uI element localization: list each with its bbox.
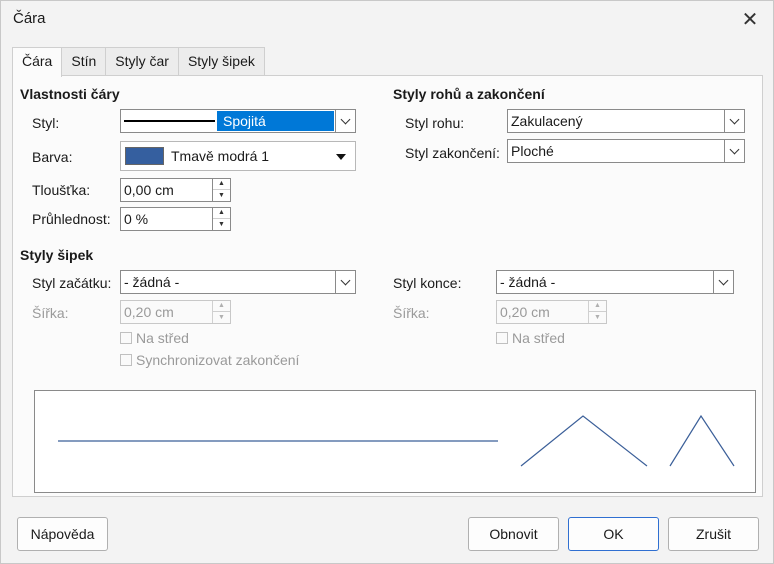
start-width-spinner[interactable]: 0,20 cm ▲ ▼ <box>120 300 231 324</box>
transparency-stepper[interactable]: ▲ ▼ <box>212 208 230 230</box>
transparency-value: 0 % <box>124 211 149 227</box>
end-width-spinner[interactable]: 0,20 cm ▲ ▼ <box>496 300 607 324</box>
spin-down-icon[interactable]: ▼ <box>213 219 230 230</box>
end-style-label: Styl konce: <box>393 275 462 291</box>
tab-bar: Čára Stín Styly čar Styly šipek <box>12 47 265 77</box>
chevron-down-icon[interactable] <box>724 110 744 132</box>
corner-style-value: Zakulacený <box>511 113 583 129</box>
start-arrow-combo[interactable]: - žádná - <box>120 270 356 294</box>
reset-button[interactable]: Obnovit <box>468 517 559 551</box>
end-center-label: Na střed <box>512 330 565 346</box>
ok-button[interactable]: OK <box>568 517 659 551</box>
start-arrow-value: - žádná - <box>124 274 180 290</box>
color-swatch <box>125 147 164 165</box>
end-width-stepper[interactable]: ▲ ▼ <box>588 301 606 323</box>
arrow-styles-heading: Styly šipek <box>20 247 94 263</box>
start-center-label: Na střed <box>136 330 189 346</box>
tab-line-styles[interactable]: Styly čar <box>105 47 179 75</box>
line-style-swatch <box>122 111 217 131</box>
chevron-down-icon[interactable] <box>713 271 733 293</box>
start-width-label: Šířka: <box>32 305 69 321</box>
line-style-selection: Spojitá <box>122 111 334 131</box>
width-stepper[interactable]: ▲ ▼ <box>212 179 230 201</box>
caret-down-icon <box>336 154 346 160</box>
corner-style-label: Styl rohu: <box>405 115 465 131</box>
cap-style-value: Ploché <box>511 143 554 159</box>
title-bar: Čára ✕ <box>1 1 773 37</box>
sync-ends-label: Synchronizovat zakončení <box>136 352 300 368</box>
tab-panel: Vlastnosti čáry Styl: Spojitá Barva: Tma… <box>12 75 763 497</box>
tab-line[interactable]: Čára <box>12 47 63 77</box>
width-label: Tloušťka: <box>32 182 91 198</box>
dialog-title: Čára <box>13 10 46 27</box>
style-label: Styl: <box>32 115 60 131</box>
spin-down-icon[interactable]: ▼ <box>213 190 230 201</box>
help-button[interactable]: Nápověda <box>17 517 108 551</box>
cap-style-combo[interactable]: Ploché <box>507 139 745 163</box>
start-center-checkbox[interactable]: Na střed <box>120 330 189 346</box>
start-style-label: Styl začátku: <box>32 275 112 291</box>
line-properties-heading: Vlastnosti čáry <box>20 86 120 102</box>
close-icon[interactable]: ✕ <box>727 1 773 37</box>
line-preview-drawing <box>58 414 735 467</box>
preview-narrow-angle <box>669 414 735 467</box>
line-preview <box>34 390 756 493</box>
line-dialog: Čára ✕ Čára Stín Styly čar Styly šipek V… <box>0 0 774 564</box>
width-value: 0,00 cm <box>124 182 174 198</box>
end-arrow-value: - žádná - <box>500 274 556 290</box>
sync-ends-checkbox[interactable]: Synchronizovat zakončení <box>120 352 299 368</box>
end-arrow-combo[interactable]: - žádná - <box>496 270 734 294</box>
checkbox-box[interactable] <box>120 332 132 344</box>
cancel-button[interactable]: Zrušit <box>668 517 759 551</box>
line-color-picker[interactable]: Tmavě modrá 1 <box>120 141 356 171</box>
cap-style-label: Styl zakončení: <box>405 145 500 161</box>
chevron-down-icon[interactable] <box>724 140 744 162</box>
end-width-value: 0,20 cm <box>500 304 550 320</box>
corner-cap-heading: Styly rohů a zakončení <box>393 86 545 102</box>
start-width-value: 0,20 cm <box>124 304 174 320</box>
chevron-down-icon[interactable] <box>335 110 355 132</box>
line-width-spinner[interactable]: 0,00 cm ▲ ▼ <box>120 178 231 202</box>
line-style-value: Spojitá <box>223 113 266 129</box>
corner-style-combo[interactable]: Zakulacený <box>507 109 745 133</box>
transparency-spinner[interactable]: 0 % ▲ ▼ <box>120 207 231 231</box>
color-value: Tmavě modrá 1 <box>171 148 270 164</box>
start-width-stepper[interactable]: ▲ ▼ <box>212 301 230 323</box>
tab-shadow[interactable]: Stín <box>61 47 107 75</box>
spin-down-icon[interactable]: ▼ <box>213 312 230 323</box>
spin-down-icon[interactable]: ▼ <box>589 312 606 323</box>
end-center-checkbox[interactable]: Na střed <box>496 330 565 346</box>
tab-arrow-styles[interactable]: Styly šipek <box>177 47 265 75</box>
preview-wide-angle <box>520 415 648 467</box>
transparency-label: Průhlednost: <box>32 211 111 227</box>
checkbox-box[interactable] <box>496 332 508 344</box>
checkbox-box[interactable] <box>120 354 132 366</box>
end-width-label: Šířka: <box>393 305 430 321</box>
color-label: Barva: <box>32 149 73 165</box>
line-style-combo[interactable]: Spojitá <box>120 109 356 133</box>
chevron-down-icon[interactable] <box>335 271 355 293</box>
